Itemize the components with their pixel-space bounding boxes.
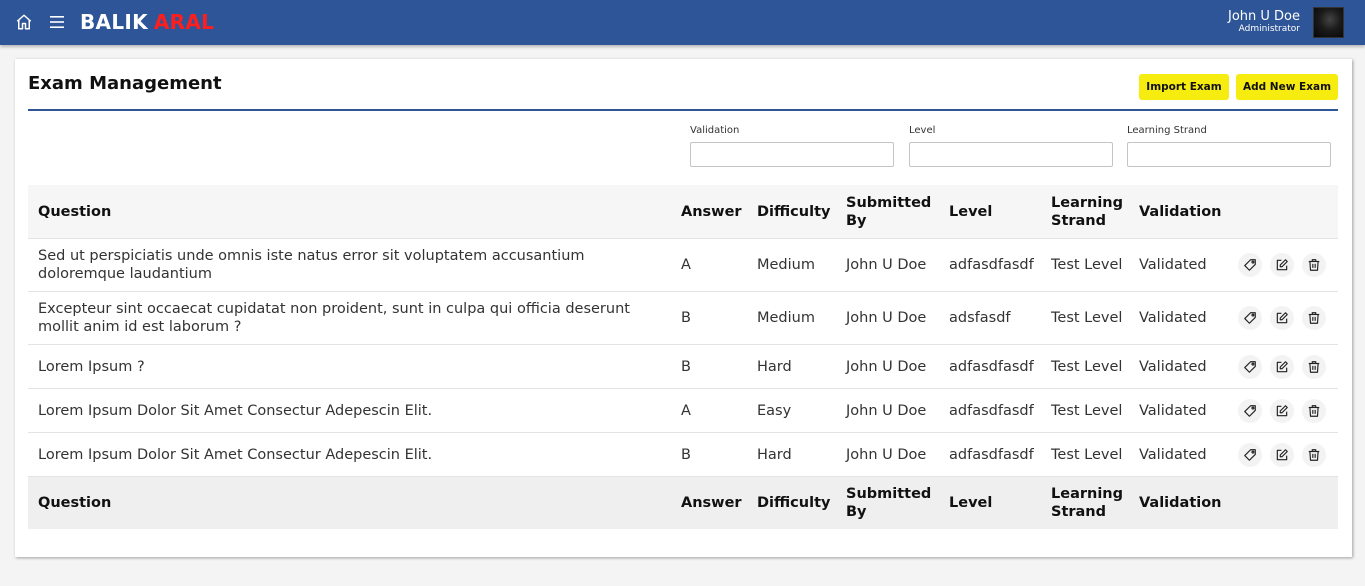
difficulty-cell: Medium (757, 310, 815, 326)
difficulty-cell: Hard (757, 446, 792, 463)
validation-cell: Validated (1139, 446, 1207, 463)
edit-icon[interactable] (1270, 442, 1294, 467)
level-cell: adfasdfasdf (949, 446, 1034, 463)
tag-icon[interactable] (1238, 253, 1262, 277)
add-new-exam-button[interactable]: Add New Exam (1236, 74, 1338, 100)
table-footer-row: Question Answer Difficulty Submitted By … (28, 476, 1338, 529)
submitted-by-cell: John U Doe (846, 402, 927, 419)
validation-filter-input[interactable] (690, 142, 894, 167)
question-cell: Lorem Ipsum ? (38, 358, 145, 375)
trash-icon[interactable] (1302, 354, 1326, 379)
column-header-question[interactable]: Question (38, 185, 658, 238)
level-filter-label: Level (909, 125, 936, 136)
difficulty-cell: Hard (757, 358, 792, 375)
validation-filter-label: Validation (690, 125, 740, 136)
brand-logo[interactable]: BALIK ARAL (80, 9, 214, 35)
table-header-row: Question Answer Difficulty Submitted By … (28, 185, 1338, 238)
column-header-learning-strand[interactable]: Learning Strand (1051, 185, 1136, 238)
home-icon[interactable] (13, 11, 35, 33)
hamburger-menu-icon[interactable] (46, 11, 68, 33)
validation-cell: Validated (1139, 358, 1207, 375)
question-cell: Excepteur sint occaecat cupidatat non pr… (38, 301, 630, 335)
tag-icon[interactable] (1238, 398, 1262, 423)
trash-icon[interactable] (1302, 253, 1326, 277)
row-actions (1238, 292, 1326, 344)
column-footer-learning-strand: Learning Strand (1051, 486, 1124, 520)
answer-cell: B (681, 310, 691, 326)
tag-icon[interactable] (1238, 442, 1262, 467)
level-cell: adsfasdf (949, 310, 1011, 326)
tag-icon[interactable] (1238, 306, 1262, 330)
page-title: Exam Management (28, 73, 222, 94)
validation-cell: Validated (1139, 310, 1207, 326)
question-cell: Sed ut perspiciatis unde omnis iste natu… (38, 248, 585, 282)
level-cell: adfasdfasdf (949, 402, 1034, 419)
user-name: John U Doe (1227, 9, 1300, 24)
column-footer-submitted-by: Submitted By (846, 486, 932, 520)
validation-cell: Validated (1139, 257, 1207, 273)
difficulty-cell: Medium (757, 257, 815, 273)
column-header-difficulty[interactable]: Difficulty (757, 185, 842, 238)
edit-icon[interactable] (1270, 398, 1294, 423)
submitted-by-cell: John U Doe (846, 310, 927, 326)
learning-strand-cell: Test Level (1051, 402, 1123, 419)
tag-icon[interactable] (1238, 354, 1262, 379)
user-role: Administrator (1238, 24, 1300, 34)
answer-cell: A (681, 257, 691, 273)
column-footer-difficulty: Difficulty (757, 495, 831, 511)
column-footer-validation: Validation (1139, 495, 1222, 511)
trash-icon[interactable] (1302, 306, 1326, 330)
difficulty-cell: Easy (757, 402, 792, 419)
validation-cell: Validated (1139, 402, 1207, 419)
question-cell: Lorem Ipsum Dolor Sit Amet Consectur Ade… (38, 446, 433, 463)
column-header-submitted-by[interactable]: Submitted By (846, 185, 946, 238)
answer-cell: B (681, 358, 691, 375)
brand-part-1: BALIK (80, 10, 148, 34)
answer-cell: A (681, 402, 691, 419)
submitted-by-cell: John U Doe (846, 257, 927, 273)
title-divider (28, 109, 1338, 111)
column-footer-answer: Answer (681, 495, 742, 511)
column-header-level[interactable]: Level (949, 185, 1049, 238)
learning-strand-cell: Test Level (1051, 446, 1123, 463)
level-cell: adfasdfasdf (949, 358, 1034, 375)
column-footer-level: Level (949, 495, 993, 511)
edit-icon[interactable] (1270, 354, 1294, 379)
trash-icon[interactable] (1302, 398, 1326, 423)
learning-strand-cell: Test Level (1051, 310, 1123, 326)
row-actions (1238, 345, 1326, 388)
row-actions (1238, 239, 1326, 291)
edit-icon[interactable] (1270, 306, 1294, 330)
submitted-by-cell: John U Doe (846, 358, 927, 375)
question-cell: Lorem Ipsum Dolor Sit Amet Consectur Ade… (38, 402, 433, 419)
answer-cell: B (681, 446, 691, 463)
table-row: Lorem Ipsum Dolor Sit Amet Consectur Ade… (28, 388, 1338, 432)
import-exam-button[interactable]: Import Exam (1139, 74, 1229, 100)
table-row: Lorem Ipsum ? B Hard John U Doe adfasdfa… (28, 344, 1338, 388)
trash-icon[interactable] (1302, 442, 1326, 467)
table-row: Sed ut perspiciatis unde omnis iste natu… (28, 238, 1338, 291)
avatar[interactable] (1313, 7, 1344, 38)
level-cell: adfasdfasdf (949, 257, 1034, 273)
learning-strand-cell: Test Level (1051, 257, 1123, 273)
row-actions (1238, 389, 1326, 432)
edit-icon[interactable] (1270, 253, 1294, 277)
level-filter-input[interactable] (909, 142, 1113, 167)
learning-strand-filter-input[interactable] (1127, 142, 1331, 167)
column-footer-question: Question (38, 495, 112, 511)
learning-strand-filter-label: Learning Strand (1127, 125, 1207, 136)
table-row: Lorem Ipsum Dolor Sit Amet Consectur Ade… (28, 432, 1338, 476)
column-header-answer[interactable]: Answer (681, 185, 751, 238)
exam-management-card: Exam Management Import Exam Add New Exam… (15, 59, 1352, 557)
submitted-by-cell: John U Doe (846, 446, 927, 463)
column-header-validation[interactable]: Validation (1139, 185, 1239, 238)
top-navbar: BALIK ARAL John U Doe Administrator (0, 0, 1365, 45)
brand-part-2: ARAL (153, 10, 215, 34)
row-actions (1238, 433, 1326, 476)
learning-strand-cell: Test Level (1051, 358, 1123, 375)
table-row: Excepteur sint occaecat cupidatat non pr… (28, 291, 1338, 344)
